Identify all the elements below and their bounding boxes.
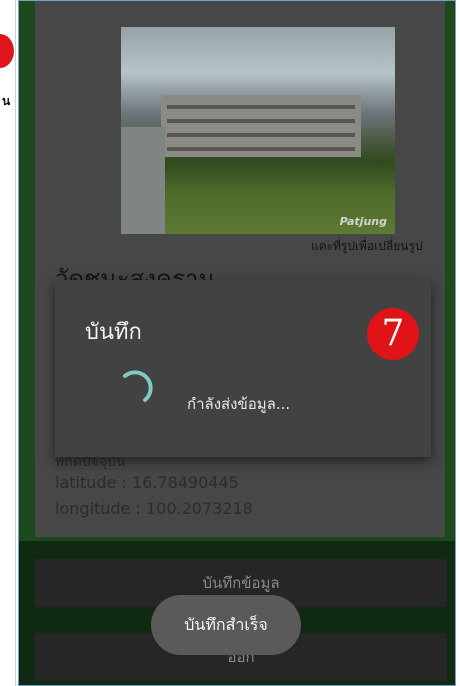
latitude-text: latitude : 16.78490445: [55, 473, 239, 492]
step-number-badge: 7: [367, 308, 419, 360]
saving-dialog: บันทึก 7 กำลังส่งข้อมูล...: [55, 280, 431, 457]
dialog-title: บันทึก: [85, 320, 142, 345]
loading-spinner-icon: [123, 370, 153, 402]
success-toast: บันทึกสำเร็จ: [151, 595, 301, 655]
partial-text: น: [2, 94, 11, 108]
phone-screen: Patjung แตะที่รูปเพื่อเปลี่ยนรูป วัดชนะส…: [18, 0, 456, 686]
photo-watermark: Patjung: [339, 215, 387, 228]
adjacent-screenshot-strip: น: [0, 0, 16, 686]
building-image: [161, 95, 361, 157]
bleachers-image: [121, 127, 165, 234]
photo-caption: แตะที่รูปเพื่อเปลี่ยนรูป: [311, 239, 423, 253]
step-badge-partial: [0, 34, 14, 68]
longitude-text: longitude : 100.2073218: [55, 499, 253, 518]
dialog-message: กำลังส่งข้อมูล...: [187, 395, 291, 413]
place-photo[interactable]: Patjung: [121, 27, 395, 234]
